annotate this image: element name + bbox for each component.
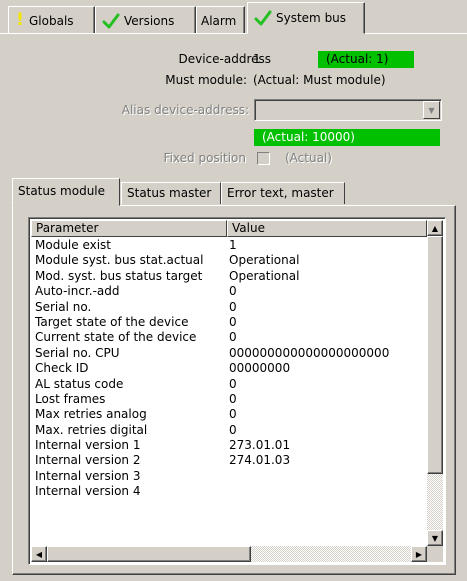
tab-status-module[interactable]: Status module [12, 178, 120, 206]
value-cell: 0 [229, 407, 237, 422]
scroll-left-icon[interactable]: ◀ [31, 546, 47, 562]
must-module-label: Must module: [165, 73, 247, 87]
table-row[interactable]: Target state of the device 0 [31, 315, 427, 330]
top-tab-strip: ! Globals Versions Alarm System bus [0, 0, 467, 34]
table-row[interactable]: Current state of the device 0 [31, 330, 427, 345]
exclamation-icon: ! [16, 10, 24, 30]
check-icon [254, 10, 272, 26]
tab-error-text-master[interactable]: Error text, master [221, 182, 345, 204]
tab-label: Versions [124, 13, 175, 28]
tab-label: Status master [127, 186, 212, 200]
scroll-right-icon[interactable]: ▶ [411, 546, 427, 562]
column-header-parameter[interactable]: Parameter [31, 220, 227, 237]
parameter-cell: Auto-incr.-add [35, 284, 120, 299]
table-row[interactable]: AL status code 0 [31, 377, 427, 392]
must-module-value: (Actual: Must module) [253, 73, 386, 87]
tab-label: System bus [276, 11, 347, 25]
parameter-cell: Check ID [35, 361, 89, 376]
table-row[interactable]: Auto-incr.-add 0 [31, 284, 427, 299]
value-cell: 0 [229, 391, 237, 406]
tab-globals[interactable]: ! Globals [8, 6, 95, 34]
value-cell: 273.01.01 [229, 438, 291, 453]
table-row[interactable]: Module syst. bus stat.actual Operational [31, 253, 427, 268]
scroll-down-icon[interactable]: ▼ [427, 530, 443, 546]
check-icon [102, 13, 120, 29]
horizontal-scrollbar[interactable]: ◀ ▶ [31, 546, 427, 562]
device-address-value: 1 [253, 52, 261, 66]
column-header-value[interactable]: Value [227, 220, 427, 237]
fixed-position-actual: (Actual) [285, 151, 332, 165]
tab-system-bus[interactable]: System bus [247, 2, 365, 34]
value-cell: 1 [229, 238, 237, 252]
status-list[interactable]: Parameter Value Module exist 1 Module syst… [28, 217, 446, 565]
parameter-cell: Current state of the device [35, 330, 197, 345]
value-cell: 0 [229, 376, 237, 391]
parameter-cell: Internal version 4 [35, 484, 141, 499]
tab-label: Globals [29, 13, 74, 28]
table-row[interactable]: Internal version 4 [31, 484, 427, 499]
value-cell: Operational [229, 268, 300, 283]
tab-label: Status module [18, 184, 106, 198]
parameter-cell: Module syst. bus stat.actual [35, 253, 204, 268]
table-row[interactable]: Module exist 1 [31, 238, 427, 253]
parameter-cell: Internal version 2 [35, 453, 141, 468]
tab-alarm[interactable]: Alarm [196, 6, 245, 34]
fixed-position-checkbox[interactable] [257, 152, 270, 165]
value-cell: Operational [229, 253, 300, 268]
parameter-cell: Lost frames [35, 391, 106, 406]
parameter-cell: Serial no. [35, 299, 92, 314]
table-row[interactable]: Internal version 2 274.01.03 [31, 453, 427, 468]
vertical-scroll-thumb[interactable] [427, 236, 443, 474]
table-row[interactable]: Internal version 1 273.01.01 [31, 438, 427, 453]
table-row[interactable]: Serial no. CPU 000000000000000000000 [31, 346, 427, 361]
tab-label: Error text, master [227, 186, 334, 200]
device-address-actual: (Actual: 1) [318, 51, 414, 68]
table-row[interactable]: Max retries analog 0 [31, 407, 427, 422]
horizontal-scroll-thumb[interactable] [47, 546, 251, 562]
parameter-cell: Max. retries digital [35, 422, 148, 437]
tab-label: Alarm [201, 13, 237, 28]
value-cell: 0 [229, 284, 237, 299]
value-cell: 0 [229, 330, 237, 345]
value-cell: 0 [229, 299, 237, 314]
fixed-position-label: Fixed position [163, 151, 246, 165]
parameter-cell: Internal version 3 [35, 468, 141, 483]
parameter-cell: Mod. syst. bus status target [35, 268, 203, 283]
value-cell: 0 [229, 314, 237, 329]
parameter-cell: Serial no. CPU [35, 345, 120, 360]
tab-versions[interactable]: Versions [95, 6, 196, 34]
table-row[interactable]: Internal version 3 [31, 469, 427, 484]
table-row[interactable]: Serial no. 0 [31, 300, 427, 315]
alias-device-address-label: Alias device-address: [121, 103, 249, 117]
value-cell: 0 [229, 422, 237, 437]
tab-status-master[interactable]: Status master [121, 182, 221, 204]
parameter-cell: Target state of the device [35, 314, 189, 329]
chevron-down-icon[interactable]: ▼ [423, 101, 440, 119]
alias-device-address-combo[interactable]: ▼ [254, 99, 442, 121]
value-cell: 000000000000000000000 [229, 345, 390, 360]
scroll-up-icon[interactable]: ▲ [427, 220, 443, 236]
list-rows: Module exist 1 Module syst. bus stat.actua… [31, 238, 427, 500]
value-cell: 00000000 [229, 361, 291, 376]
parameter-cell: AL status code [35, 376, 124, 391]
parameter-cell: Internal version 1 [35, 438, 141, 453]
table-row[interactable]: Mod. syst. bus status target Operational [31, 269, 427, 284]
scroll-corner [427, 546, 443, 562]
vertical-scrollbar[interactable]: ▲ ▼ [427, 220, 443, 546]
table-row[interactable]: Lost frames 0 [31, 392, 427, 407]
parameter-cell: Max retries analog [35, 407, 147, 422]
parameter-cell: Module exist [35, 238, 112, 252]
value-cell: 274.01.03 [229, 453, 291, 468]
tab-divider [0, 33, 467, 35]
table-row[interactable]: Max. retries digital 0 [31, 423, 427, 438]
alias-actual: (Actual: 10000) [254, 129, 440, 146]
table-row[interactable]: Check ID 00000000 [31, 361, 427, 376]
